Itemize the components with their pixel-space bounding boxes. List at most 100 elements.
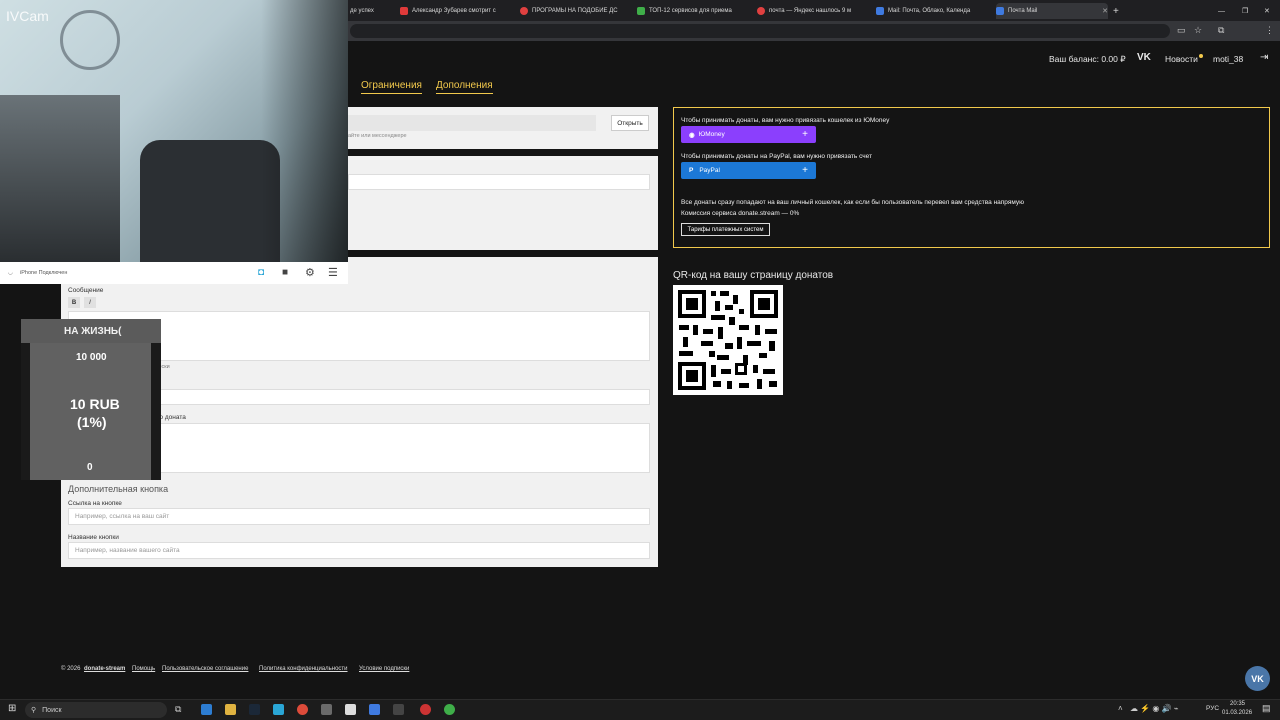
language-indicator[interactable]: РУС xyxy=(1206,705,1219,712)
tray-icons[interactable]: ☁ ⚡ ◉ 🔊 ⌁ xyxy=(1130,704,1179,713)
browser-tab[interactable]: де успех xyxy=(350,3,396,19)
bold-button[interactable]: B xyxy=(68,297,80,308)
ivcam-toolbar: ◡ iPhone Подключен ◘ ■ ⚙ ☰ xyxy=(0,262,348,284)
goal-widget: 10 000 10 RUB (1%) 0 xyxy=(30,343,151,480)
logout-icon[interactable]: ⇥ xyxy=(1260,52,1268,63)
browser-tab[interactable]: ПРОГРАМЫ НА ПОДОБИЕ ДС xyxy=(520,3,630,19)
plus-icon: + xyxy=(802,165,808,176)
footer-brand[interactable]: donate-stream xyxy=(84,666,125,672)
windows-start-icon[interactable]: ⊞ xyxy=(8,703,16,714)
star-icon[interactable]: ☆ xyxy=(1194,25,1202,36)
extra-button-title: Дополнительная кнопка xyxy=(68,484,169,494)
footer-copyright: © 2026 xyxy=(61,666,81,672)
folder-icon[interactable] xyxy=(225,704,236,715)
mail-icon xyxy=(876,7,884,15)
notifications-icon[interactable]: ▤ xyxy=(1262,703,1271,714)
taskbar xyxy=(0,699,1280,720)
qr-code[interactable] xyxy=(673,285,783,395)
commission-text: Комиссия сервиса donate.stream — 0% xyxy=(681,210,800,217)
app-icon[interactable] xyxy=(444,704,455,715)
taskbar-app-icon[interactable] xyxy=(201,704,212,715)
browser-tab[interactable]: ТОП-12 сервисов для приема xyxy=(637,3,749,19)
steam-icon[interactable] xyxy=(249,704,260,715)
browser-tab[interactable]: почта — Яндекс нашлось 9 м xyxy=(757,3,870,19)
balance-label: Ваш баланс: 0.00 ₽ xyxy=(1049,54,1126,64)
new-tab-button[interactable]: + xyxy=(1113,3,1123,19)
maximize-icon[interactable]: ❐ xyxy=(1242,3,1248,19)
app-icon[interactable] xyxy=(321,704,332,715)
goal-percent: (1%) xyxy=(77,414,107,430)
tariffs-button[interactable]: Тарифы платежных систем xyxy=(681,223,770,236)
goal-target: 10 000 xyxy=(76,352,107,363)
browser-tab[interactable]: Mail: Почта, Облако, Календа xyxy=(876,3,988,19)
paypal-icon: P xyxy=(689,167,694,174)
extensions-icon[interactable]: ⧉ xyxy=(1218,25,1224,36)
browser-tab-active[interactable]: Почта Mail ✕ xyxy=(996,3,1108,19)
button-name-input[interactable]: Например, название вашего сайта xyxy=(68,542,650,559)
yoomoney-button[interactable]: ◉ ЮMoney + xyxy=(681,126,816,143)
phone-status: iPhone Подключен xyxy=(20,270,68,276)
link-panel: Открыть айте или мессенджере xyxy=(348,107,658,149)
nav-additions[interactable]: Дополнения xyxy=(436,80,493,94)
chrome-icon[interactable] xyxy=(297,704,308,715)
minimize-icon[interactable]: — xyxy=(1218,3,1225,19)
paypal-button[interactable]: P PayPal + xyxy=(681,162,816,179)
vk-chat-icon[interactable]: VK xyxy=(1245,666,1270,691)
menu-icon[interactable]: ⋮ xyxy=(1265,25,1274,36)
footer-subscription[interactable]: Условие подписки xyxy=(359,666,409,672)
close-icon[interactable]: ✕ xyxy=(1102,7,1108,15)
app-icon[interactable] xyxy=(393,704,404,715)
app-icon[interactable] xyxy=(369,704,380,715)
wifi-icon: ◡ xyxy=(8,270,13,276)
yoomoney-icon: ◉ xyxy=(689,131,695,139)
payments-info: Все донаты сразу попадают на ваш личный … xyxy=(681,199,1025,206)
search-icon: ⚲ xyxy=(31,707,37,714)
open-button[interactable]: Открыть xyxy=(611,115,649,131)
browser-tab[interactable]: Александр Зубарев смотрит с xyxy=(400,3,515,19)
youtube-icon xyxy=(400,7,408,15)
notification-dot xyxy=(1198,54,1203,58)
italic-button[interactable]: I xyxy=(84,297,96,308)
footer-privacy[interactable]: Политика конфиденциальности xyxy=(259,666,348,672)
yandex-icon xyxy=(520,7,528,15)
link-hint: айте или мессенджере xyxy=(348,133,407,139)
paypal-text: Чтобы принимать донаты на PayPal, вам ну… xyxy=(681,153,873,160)
settings-panel xyxy=(348,156,658,250)
obs-icon[interactable] xyxy=(420,704,431,715)
qr-title: QR-код на вашу страницу донатов xyxy=(673,270,834,281)
window-close-icon[interactable]: ✕ xyxy=(1264,3,1270,19)
goal-widget-header: НА ЖИЗНЬ( xyxy=(21,319,161,343)
goal-title: НА ЖИЗНЬ( xyxy=(64,326,122,337)
clock-date[interactable]: 01.03.2026 xyxy=(1222,710,1252,716)
footer-help[interactable]: Помощь xyxy=(132,666,155,672)
gear-icon[interactable]: ⚙ xyxy=(305,266,315,279)
app-icon[interactable] xyxy=(273,704,284,715)
yoomoney-text: Чтобы принимать донаты, вам нужно привяз… xyxy=(681,117,890,124)
footer-terms[interactable]: Пользовательское соглашение xyxy=(162,666,248,672)
username[interactable]: moti_38 xyxy=(1213,54,1243,64)
hamburger-icon[interactable]: ☰ xyxy=(328,266,338,279)
mail-icon xyxy=(996,7,1004,15)
link-field[interactable] xyxy=(348,115,596,131)
video-icon[interactable]: ■ xyxy=(282,267,288,278)
task-view-icon[interactable]: ⧉ xyxy=(175,704,181,715)
button-link-input[interactable]: Например, ссылка на ваш сайт xyxy=(68,508,650,525)
goal-amount: 10 RUB xyxy=(70,396,120,412)
button-link-label: Ссылка на кнопке xyxy=(68,500,122,507)
settings-field[interactable] xyxy=(348,174,650,190)
clock-time[interactable]: 20:35 xyxy=(1230,701,1245,707)
cast-icon[interactable]: ▭ xyxy=(1177,25,1186,36)
address-bar[interactable] xyxy=(350,24,1170,38)
camera-icon[interactable]: ◘ xyxy=(258,267,264,278)
chevron-up-icon[interactable]: ˄ xyxy=(1118,704,1123,713)
app-icon[interactable] xyxy=(345,704,356,715)
plus-icon: + xyxy=(802,129,808,140)
taskbar-search[interactable]: ⚲ Поиск xyxy=(25,702,167,718)
nav-restrictions[interactable]: Ограничения xyxy=(361,80,422,94)
news-link[interactable]: Новости xyxy=(1165,54,1203,64)
vk-icon[interactable]: VK xyxy=(1137,52,1151,63)
button-name-label: Название кнопки xyxy=(68,534,119,541)
page-icon xyxy=(637,7,645,15)
webcam-shade xyxy=(0,0,348,262)
webcam-label: IVCam xyxy=(6,8,49,24)
